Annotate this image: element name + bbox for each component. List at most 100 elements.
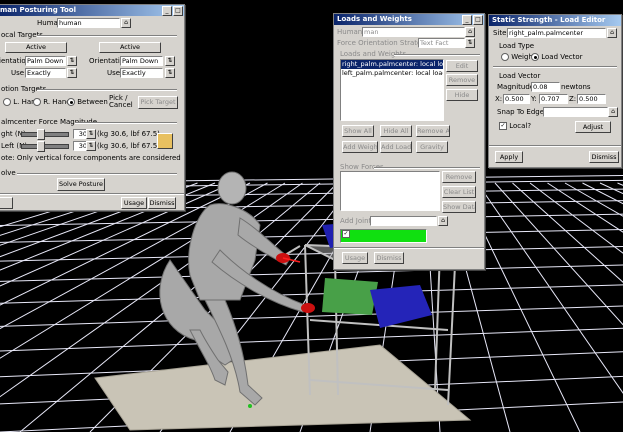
lw-human-field[interactable]: man	[362, 27, 465, 37]
orientation-left-select[interactable]: Palm Down	[25, 56, 66, 66]
minimize-icon[interactable]: _	[162, 6, 172, 16]
radio-selected-icon	[67, 98, 75, 106]
posture-tool-titlebar[interactable]: man Posturing Tool	[0, 5, 184, 16]
local-checkbox[interactable]: ✓ Local?	[499, 122, 531, 130]
remove-all-button[interactable]: Remove All	[416, 125, 450, 137]
clear-list-button[interactable]: Clear List	[442, 186, 476, 198]
load-vector-radio[interactable]: Load Vector	[531, 53, 583, 61]
load-vector-radio-label: Load Vector	[541, 53, 583, 61]
separator	[75, 122, 177, 124]
x-field[interactable]: 0.500	[503, 94, 530, 104]
status-bar: ✓	[340, 229, 427, 243]
separator	[394, 54, 480, 56]
add-load-button[interactable]: Add Load	[380, 141, 412, 153]
r-hand-radio[interactable]: R. Hand	[33, 98, 71, 106]
pick-cancel-radio[interactable]: Pick / Cancel	[109, 95, 133, 109]
remove-force-button[interactable]: Remove	[442, 171, 476, 183]
orientation-left-arrow-icon[interactable]: ⇅	[67, 56, 77, 66]
usage-button[interactable]: Usage	[121, 197, 147, 209]
separator	[493, 66, 617, 68]
dismiss-button[interactable]: Dismiss	[148, 197, 176, 209]
left-force-spin-icon[interactable]: ⇅	[86, 141, 96, 151]
snap-pick-icon[interactable]: ⌂	[608, 107, 618, 117]
use-right-select[interactable]: Exactly	[120, 68, 163, 78]
separator	[37, 89, 177, 91]
site-pick-icon[interactable]: ⌂	[607, 28, 617, 38]
adjust-button[interactable]: Adjust	[575, 121, 611, 133]
window-controls: _ □	[462, 15, 483, 25]
strategy-arrow-icon[interactable]: ⇅	[465, 38, 475, 48]
separator	[374, 167, 480, 169]
right-force-slider-thumb[interactable]	[37, 129, 45, 140]
hide-all-button[interactable]: Hide All	[380, 125, 412, 137]
y-label: Y:	[531, 95, 537, 103]
show-all-button[interactable]: Show All	[342, 125, 374, 137]
magnitude-field[interactable]: 0.08	[531, 82, 560, 92]
snap-label: Snap To Edge:	[497, 108, 547, 116]
human-pick-icon[interactable]: ⌂	[121, 18, 131, 28]
load-editor-titlebar[interactable]: Static Strength - Load Editor	[489, 15, 621, 26]
show-data-button[interactable]: Show Data	[442, 201, 476, 213]
z-field[interactable]: 0.500	[577, 94, 606, 104]
pick-target-button[interactable]: Pick Target	[138, 96, 178, 109]
list-item[interactable]: left_palm.palmcenter: local load	[341, 69, 443, 78]
active-right-button[interactable]: Active	[99, 42, 161, 53]
lw-human-label: Human:	[337, 28, 365, 36]
add-weight-button[interactable]: Add Weight	[342, 141, 378, 153]
add-joint-field[interactable]	[370, 216, 437, 226]
left-force-slider-thumb[interactable]	[37, 141, 45, 152]
human-field[interactable]: human	[57, 18, 120, 28]
window-controls: _ □	[162, 6, 183, 16]
help-button[interactable]	[0, 197, 13, 209]
add-joint-pick-icon[interactable]: ⌂	[438, 216, 448, 226]
solve-posture-button[interactable]: Solve Posture	[57, 178, 105, 191]
loads-weights-window: Loads and Weights _ □ Human: man ⌂ Force …	[333, 13, 485, 270]
blue-box-bottom	[370, 285, 432, 328]
minimize-icon[interactable]: _	[462, 15, 472, 25]
between-label: Between	[77, 98, 108, 106]
le-dismiss-button[interactable]: Dismiss	[589, 151, 619, 163]
lw-dismiss-button[interactable]: Dismiss	[374, 252, 404, 264]
separator	[0, 193, 184, 195]
use-left-select[interactable]: Exactly	[25, 68, 66, 78]
orientation-right-select[interactable]: Palm Down	[120, 56, 163, 66]
edit-button[interactable]: Edit	[446, 60, 478, 72]
use-right-arrow-icon[interactable]: ⇅	[165, 68, 175, 78]
right-force-spin-icon[interactable]: ⇅	[86, 129, 96, 139]
lw-usage-button[interactable]: Usage	[342, 252, 368, 264]
force-chart-icon[interactable]	[157, 133, 173, 149]
list-item[interactable]: right_palm.palmcenter: local load	[341, 60, 443, 69]
site-field[interactable]: right_palm.palmcenter	[507, 28, 606, 38]
between-radio[interactable]: Between	[67, 98, 108, 106]
maximize-icon[interactable]: □	[173, 6, 183, 16]
add-joint-label: Add Joint	[340, 217, 372, 225]
strategy-select[interactable]: Text Fact	[418, 38, 465, 48]
left-force-slider[interactable]	[21, 144, 69, 149]
radio-icon	[33, 98, 41, 106]
apply-button[interactable]: Apply	[495, 151, 523, 163]
use-left-arrow-icon[interactable]: ⇅	[67, 68, 77, 78]
status-check-icon: ✓	[342, 230, 350, 238]
remove-button[interactable]: Remove	[446, 74, 478, 86]
left-force-info: (kg 30.6, lbf 67.5)	[97, 142, 160, 150]
lw-human-pick-icon[interactable]: ⌂	[465, 27, 475, 37]
left-hand-load-marker	[301, 303, 315, 313]
loads-list[interactable]: right_palm.palmcenter: local load left_p…	[340, 59, 444, 121]
maximize-icon[interactable]: □	[473, 15, 483, 25]
orientation-right-arrow-icon[interactable]: ⇅	[165, 56, 175, 66]
local-label: Local?	[509, 122, 532, 130]
separator	[37, 35, 177, 37]
y-field[interactable]: 0.707	[539, 94, 568, 104]
load-type-label: Load Type	[499, 42, 535, 50]
separator	[489, 145, 621, 147]
separator	[334, 247, 484, 249]
hide-button[interactable]: Hide	[446, 89, 478, 101]
forces-list[interactable]	[340, 171, 440, 211]
gravity-button[interactable]: Gravity	[416, 141, 448, 153]
snap-field[interactable]	[543, 107, 608, 117]
separator	[17, 173, 177, 175]
loads-weights-title: Loads and Weights	[337, 15, 412, 23]
active-left-button[interactable]: Active	[5, 42, 67, 53]
right-force-slider[interactable]	[21, 132, 69, 137]
force-note: ote: Only vertical force components are …	[1, 154, 181, 162]
